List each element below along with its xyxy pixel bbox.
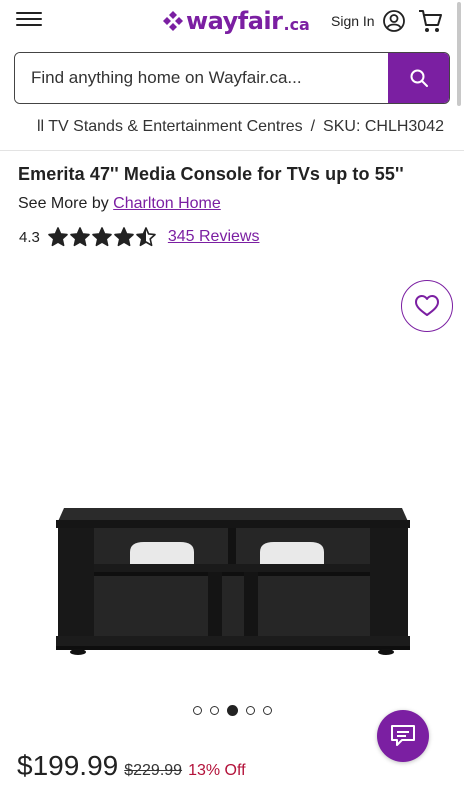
wayfair-logo[interactable]: wayfair .ca: [162, 6, 310, 36]
see-more-by: See More by Charlton Home: [18, 195, 221, 213]
search-button[interactable]: [388, 53, 449, 103]
sign-in-label: Sign In: [331, 13, 375, 29]
rating-value: 4.3: [19, 228, 40, 246]
product-rating: 4.3 345 Reviews: [19, 226, 259, 248]
chat-bubble-icon: [391, 725, 415, 746]
search-bar: [14, 52, 450, 104]
product-image[interactable]: [52, 500, 414, 662]
favorite-button[interactable]: [401, 280, 453, 332]
breadcrumb-item-tv-stands[interactable]: ll TV Stands & Entertainment Centres: [37, 118, 303, 136]
chat-button[interactable]: [377, 710, 429, 762]
star-icon: [70, 227, 90, 247]
star-rating[interactable]: [48, 227, 158, 247]
scrollbar-thumb[interactable]: [457, 2, 461, 106]
logo-domain: .ca: [283, 14, 310, 34]
carousel-dot[interactable]: [263, 706, 272, 715]
original-price: $229.99: [124, 762, 183, 779]
shopping-cart-icon: [419, 10, 442, 32]
price-row: $199.99 $229.99 13% Off: [17, 750, 246, 782]
carousel-dot[interactable]: [246, 706, 255, 715]
star-icon: [136, 227, 156, 247]
search-input[interactable]: [15, 53, 388, 103]
menu-icon[interactable]: [16, 10, 42, 32]
star-icon: [92, 227, 112, 247]
brand-link[interactable]: Charlton Home: [113, 195, 221, 212]
sign-in-button[interactable]: Sign In: [331, 8, 405, 34]
product-title: Emerita 47'' Media Console for TVs up to…: [18, 164, 404, 184]
breadcrumb-separator: /: [310, 118, 316, 135]
carousel-dot[interactable]: [193, 706, 202, 715]
star-icon: [114, 227, 134, 247]
section-divider: [0, 150, 464, 151]
account-icon: [382, 10, 405, 32]
site-header: wayfair .ca Sign In: [0, 0, 464, 44]
reviews-link[interactable]: 345 Reviews: [168, 228, 260, 246]
product-sku: SKU: CHLH3042: [323, 118, 444, 135]
search-icon: [410, 69, 428, 87]
discount-label: 13% Off: [188, 762, 246, 779]
carousel-dot[interactable]: [227, 705, 238, 716]
heart-icon: [415, 295, 439, 316]
see-more-label: See More by: [18, 195, 109, 212]
current-price: $199.99: [17, 750, 119, 781]
cart-button[interactable]: [416, 7, 444, 35]
carousel-indicator: [193, 705, 280, 716]
star-icon: [48, 227, 68, 247]
carousel-dot[interactable]: [210, 706, 219, 715]
wayfair-pinwheel-icon: [163, 11, 183, 31]
logo-wordmark: wayfair: [186, 7, 283, 35]
breadcrumb: ll TV Stands & Entertainment Centres / S…: [0, 116, 464, 138]
